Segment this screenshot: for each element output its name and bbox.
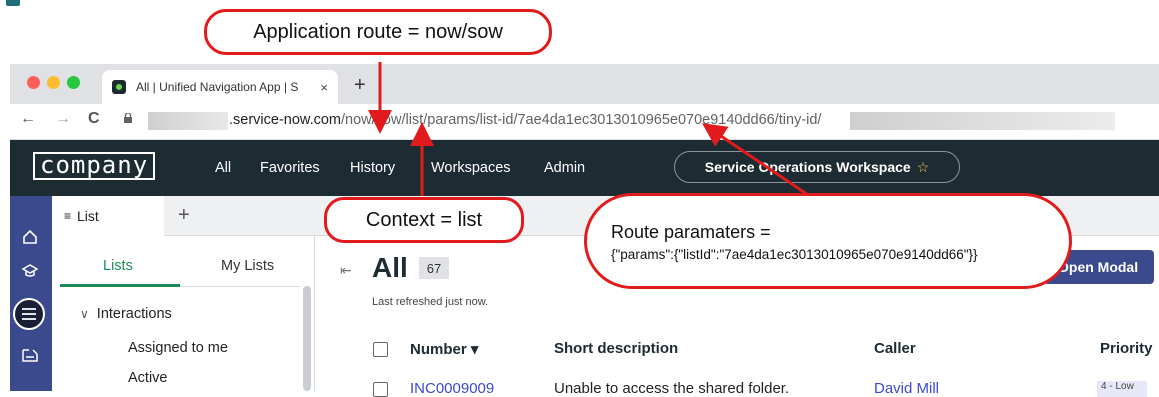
callout-route-params: Route paramaters = {"params":{"listId":"… (584, 193, 1072, 289)
route-params-value: {"params":{"listId":"7ae4da1ec3013010965… (611, 247, 978, 262)
callout-application-route: Application route = now/sow (204, 9, 552, 55)
callout-context: Context = list (324, 197, 524, 243)
route-params-title: Route paramaters = (611, 222, 771, 242)
